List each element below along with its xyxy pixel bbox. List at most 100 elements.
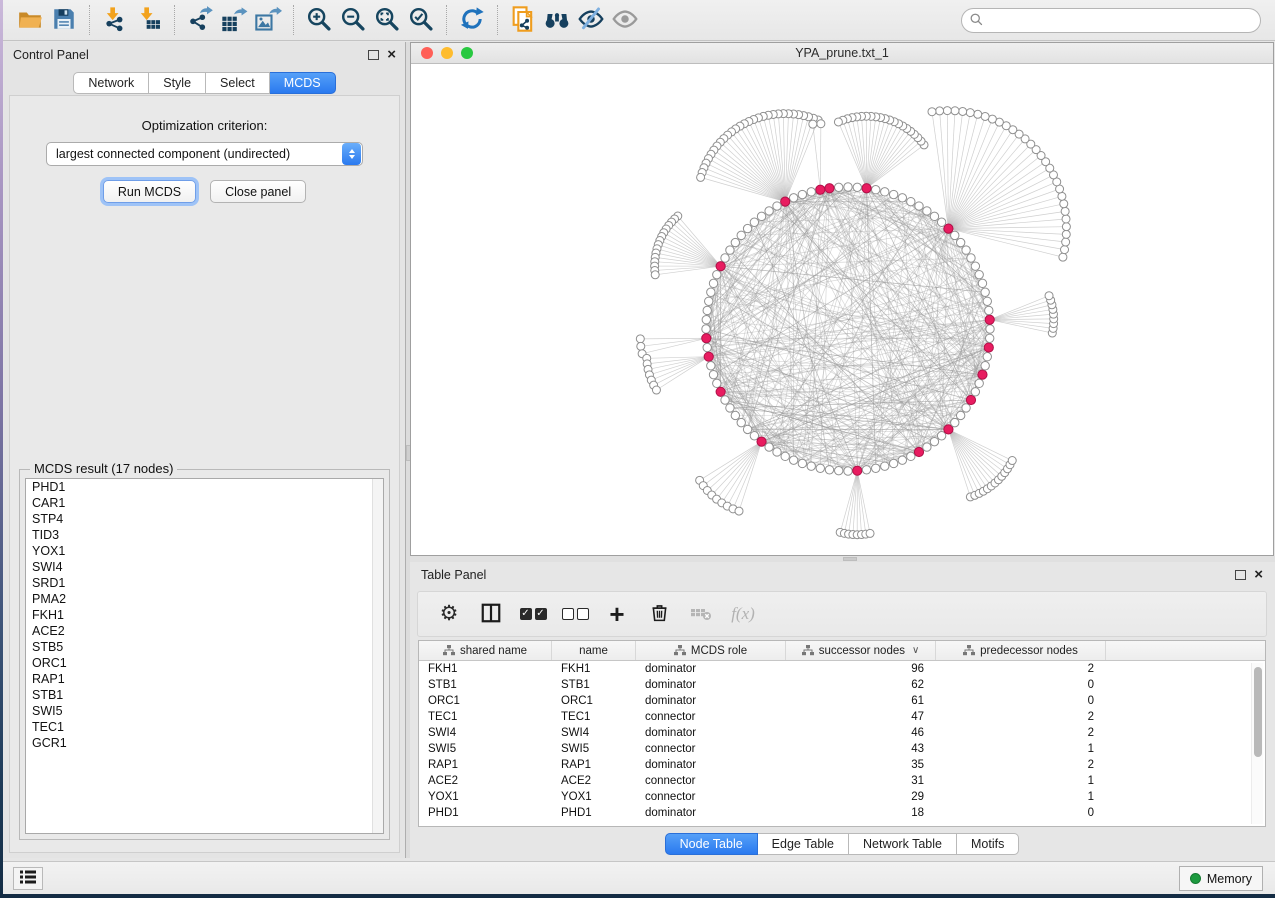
graph-node[interactable] xyxy=(923,443,931,451)
mcds-result-item[interactable]: YOX1 xyxy=(26,543,383,559)
search-input[interactable] xyxy=(961,8,1261,33)
graph-node[interactable] xyxy=(907,197,915,205)
find-button[interactable] xyxy=(540,3,574,37)
column-header-shared-name[interactable]: shared name xyxy=(419,641,552,660)
graph-node[interactable] xyxy=(1062,223,1070,231)
table-row[interactable]: RAP1RAP1dominator352 xyxy=(419,757,1249,773)
mcds-result-item[interactable]: RAP1 xyxy=(26,671,383,687)
table-row[interactable]: ACE2ACE2connector311 xyxy=(419,773,1249,789)
graph-node[interactable] xyxy=(898,194,906,202)
mcds-result-item[interactable]: STB1 xyxy=(26,687,383,703)
float-panel-icon[interactable] xyxy=(1235,570,1246,580)
graph-hub-node[interactable] xyxy=(853,466,862,475)
open-file-button[interactable] xyxy=(13,3,47,37)
graph-hub-node[interactable] xyxy=(716,262,725,271)
column-header-MCDS-role[interactable]: MCDS role xyxy=(636,641,786,660)
graph-node[interactable] xyxy=(978,279,986,287)
graph-node[interactable] xyxy=(703,306,711,314)
graph-node[interactable] xyxy=(930,437,938,445)
graph-node[interactable] xyxy=(809,120,817,128)
tab-motifs[interactable]: Motifs xyxy=(957,833,1019,855)
function-builder-button[interactable]: f(x) xyxy=(730,601,756,627)
graph-hub-node[interactable] xyxy=(944,425,953,434)
mcds-result-item[interactable]: SRD1 xyxy=(26,575,383,591)
export-network-button[interactable] xyxy=(183,3,217,37)
tab-mcds[interactable]: MCDS xyxy=(270,72,336,94)
graph-node[interactable] xyxy=(798,459,806,467)
save-session-button[interactable] xyxy=(47,3,81,37)
graph-node[interactable] xyxy=(651,271,659,279)
add-column-button[interactable]: + xyxy=(604,601,630,627)
graph-node[interactable] xyxy=(816,464,824,472)
graph-node[interactable] xyxy=(835,183,843,191)
tab-network-table[interactable]: Network Table xyxy=(849,833,957,855)
tab-select[interactable]: Select xyxy=(206,72,270,94)
table-row[interactable]: SWI5SWI5connector431 xyxy=(419,741,1249,757)
graph-node[interactable] xyxy=(881,462,889,470)
deselect-all-button[interactable] xyxy=(562,601,588,627)
table-row[interactable]: STB1STB1dominator620 xyxy=(419,677,1249,693)
graph-node[interactable] xyxy=(971,262,979,270)
graph-hub-node[interactable] xyxy=(984,343,993,352)
select-all-button[interactable]: ✓✓ xyxy=(520,601,546,627)
split-view-button[interactable] xyxy=(478,601,504,627)
graph-node[interactable] xyxy=(789,456,797,464)
table-settings-button[interactable]: ⚙ xyxy=(436,601,462,627)
graph-node[interactable] xyxy=(889,459,897,467)
graph-node[interactable] xyxy=(735,507,743,515)
graph-node[interactable] xyxy=(743,224,751,232)
scrollbar-thumb[interactable] xyxy=(1254,667,1262,757)
graph-node[interactable] xyxy=(907,452,915,460)
zoom-out-button[interactable] xyxy=(336,3,370,37)
graph-node[interactable] xyxy=(862,466,870,474)
column-header-name[interactable]: name xyxy=(552,641,636,660)
graph-node[interactable] xyxy=(1062,215,1070,223)
splitter-handle[interactable] xyxy=(843,557,857,561)
graph-node[interactable] xyxy=(702,325,710,333)
task-history-button[interactable] xyxy=(13,867,43,890)
optimization-criterion-select[interactable]: largest connected component (undirected) xyxy=(46,142,363,166)
graph-node[interactable] xyxy=(983,297,991,305)
graph-node[interactable] xyxy=(951,231,959,239)
graph-node[interactable] xyxy=(702,316,710,324)
graph-hub-node[interactable] xyxy=(914,447,923,456)
clone-network-button[interactable] xyxy=(506,3,540,37)
delete-table-button[interactable] xyxy=(688,601,714,627)
zoom-fit-button[interactable] xyxy=(370,3,404,37)
tab-node-table[interactable]: Node Table xyxy=(665,833,758,855)
mcds-result-item[interactable]: ACE2 xyxy=(26,623,383,639)
graph-node[interactable] xyxy=(705,297,713,305)
table-row[interactable]: FKH1FKH1dominator962 xyxy=(419,661,1249,677)
zoom-selected-button[interactable] xyxy=(404,3,438,37)
close-panel-icon[interactable]: × xyxy=(387,50,396,60)
graph-node[interactable] xyxy=(781,452,789,460)
graph-node[interactable] xyxy=(986,325,994,333)
delete-column-button[interactable] xyxy=(646,601,672,627)
graph-node[interactable] xyxy=(707,288,715,296)
graph-hub-node[interactable] xyxy=(862,184,871,193)
mcds-result-item[interactable]: FKH1 xyxy=(26,607,383,623)
mcds-result-item[interactable]: CAR1 xyxy=(26,495,383,511)
graph-node[interactable] xyxy=(966,109,974,117)
graph-node[interactable] xyxy=(709,279,717,287)
graph-node[interactable] xyxy=(975,379,983,387)
mcds-result-item[interactable]: TEC1 xyxy=(26,719,383,735)
graph-node[interactable] xyxy=(853,183,861,191)
graph-node[interactable] xyxy=(1045,292,1053,300)
mcds-result-item[interactable]: ORC1 xyxy=(26,655,383,671)
tab-style[interactable]: Style xyxy=(149,72,206,94)
graph-hub-node[interactable] xyxy=(702,334,711,343)
graph-node[interactable] xyxy=(967,254,975,262)
graph-node[interactable] xyxy=(731,411,739,419)
mcds-result-item[interactable]: PHD1 xyxy=(26,479,383,495)
mcds-result-item[interactable]: STB5 xyxy=(26,639,383,655)
graph-node[interactable] xyxy=(637,342,645,350)
graph-node[interactable] xyxy=(697,173,705,181)
graph-node[interactable] xyxy=(1061,246,1069,254)
graph-hub-node[interactable] xyxy=(704,352,713,361)
graph-node[interactable] xyxy=(872,186,880,194)
export-image-button[interactable] xyxy=(251,3,285,37)
graph-node[interactable] xyxy=(636,335,644,343)
graph-node[interactable] xyxy=(1062,238,1070,246)
hide-selected-button[interactable] xyxy=(574,3,608,37)
